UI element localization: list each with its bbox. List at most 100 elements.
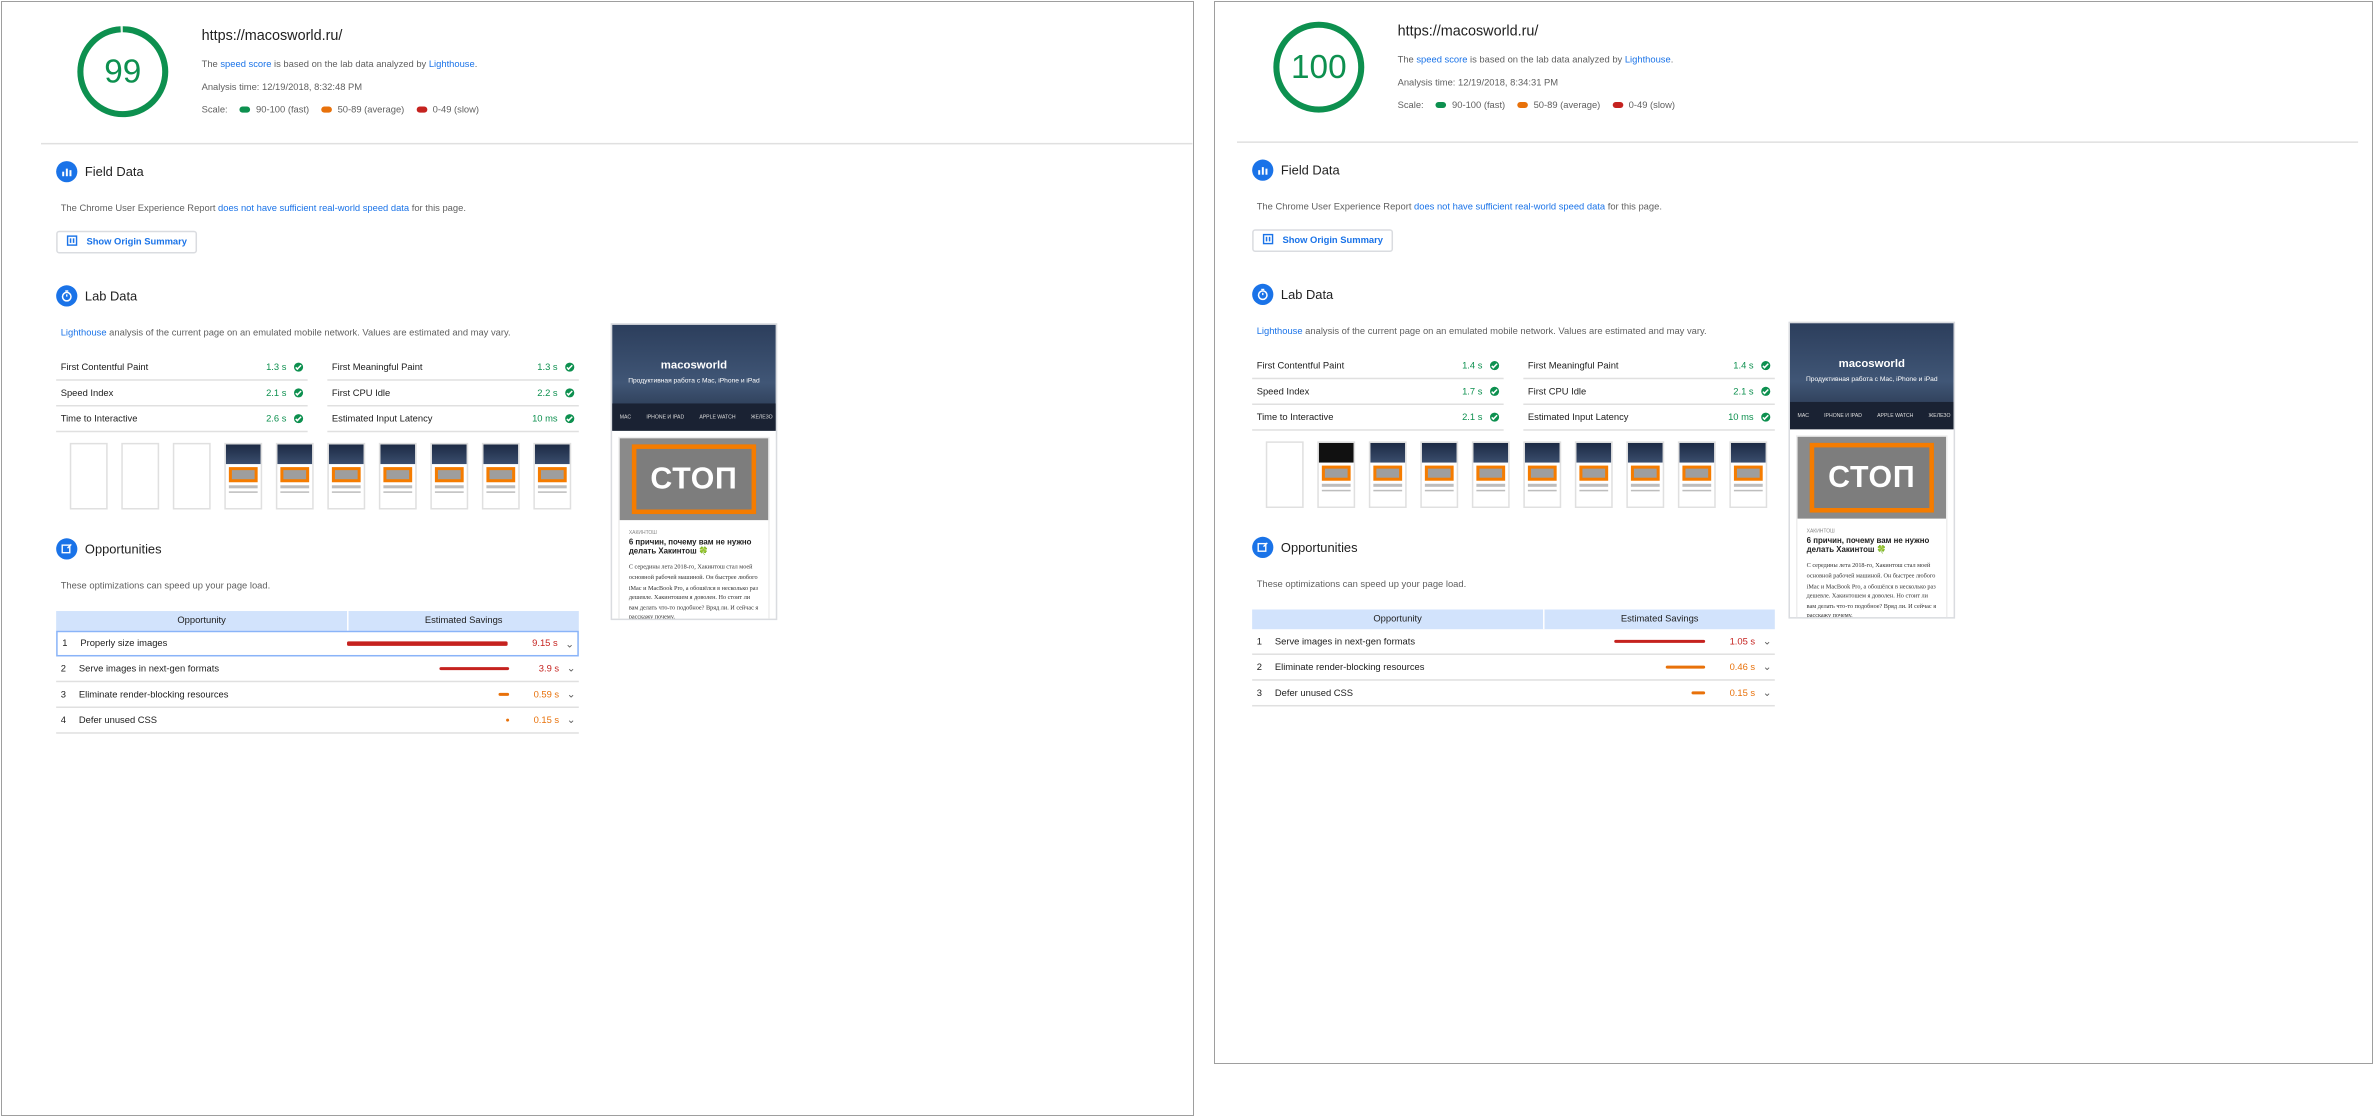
- opportunities-table: Opportunity Estimated Savings 1 Properly …: [56, 611, 579, 734]
- report-body: Field Data The Chrome User Experience Re…: [1237, 158, 2358, 707]
- speed-score-link[interactable]: speed score: [220, 60, 271, 71]
- chevron-down-icon[interactable]: ⌄: [564, 714, 579, 727]
- report-panel-right: 100 https://macosworld.ru/ The speed sco…: [1214, 1, 2373, 1064]
- savings-bar: [440, 666, 510, 671]
- opportunities-table: Opportunity Estimated Savings 1 Serve ima…: [1252, 609, 1775, 707]
- chevron-down-icon[interactable]: ⌄: [1760, 635, 1775, 648]
- filmstrip-frame: [224, 442, 263, 510]
- filmstrip-frame: [1420, 441, 1459, 509]
- site-nav: MAC IPHONE И IPAD APPLE WATCH ЖЕЛЕЗО: [612, 403, 776, 431]
- filmstrip-frame: [327, 442, 366, 510]
- opportunity-row[interactable]: 3 Defer unused CSS 0.15 s ⌄: [1252, 681, 1775, 707]
- analysis-time: Analysis time: 12/19/2018, 8:32:48 PM: [201, 82, 363, 93]
- filmstrip-frame: [481, 442, 520, 510]
- speed-score-link[interactable]: speed score: [1416, 55, 1467, 66]
- header-text: https://macosworld.ru/ The speed score i…: [202, 28, 479, 128]
- header-text: https://macosworld.ru/ The speed score i…: [1398, 23, 1675, 123]
- lighthouse-link[interactable]: Lighthouse: [429, 60, 475, 71]
- article-category: ХАКИНТОШ: [628, 529, 657, 536]
- scale-fast: 90-100 (fast): [239, 105, 309, 116]
- article-image: СТОП: [619, 438, 769, 521]
- filmstrip-frame: [1265, 441, 1304, 509]
- opportunity-row[interactable]: 4 Defer unused CSS 0.15 s ⌄: [56, 708, 579, 734]
- chevron-down-icon[interactable]: ⌄: [564, 688, 579, 701]
- metric-first-cpu-idle: First CPU Idle 2.1 s: [1523, 379, 1775, 405]
- filmstrip-frame: [1317, 441, 1356, 509]
- article-card: СТОП ХАКИНТОШ 6 причин, почему вам не ну…: [1796, 435, 1948, 618]
- show-origin-summary-button[interactable]: Show Origin Summary: [56, 230, 198, 254]
- real-world-data-link[interactable]: does not have sufficient real-world spee…: [218, 203, 409, 214]
- score-note: The speed score is based on the lab data…: [201, 59, 478, 71]
- opportunity-row[interactable]: 2 Eliminate render-blocking resources 0.4…: [1252, 655, 1775, 681]
- bar-chart-icon: [56, 161, 78, 183]
- metric-speed-index: Speed Index 1.7 s: [1252, 379, 1504, 405]
- filmstrip-frame: [1368, 441, 1407, 509]
- filmstrip-frame: [1626, 441, 1665, 509]
- report-content: 100 https://macosworld.ru/ The speed sco…: [1237, 2, 2359, 707]
- show-origin-summary-button[interactable]: Show Origin Summary: [1252, 229, 1394, 252]
- site-logo: macosworld: [660, 358, 728, 372]
- lighthouse-analysis-link[interactable]: Lighthouse: [61, 328, 107, 339]
- article-excerpt: С середины лета 2018-го, Хакинтош стал м…: [628, 563, 759, 621]
- lighthouse-analysis-link[interactable]: Lighthouse: [1257, 326, 1303, 337]
- pass-check-icon: [1761, 412, 1771, 422]
- pass-check-icon: [565, 362, 575, 372]
- column-opportunity: Opportunity: [56, 611, 349, 631]
- site-tagline: Продуктивная работа с Mac, iPhone и iPad: [1806, 374, 1938, 383]
- opportunity-row[interactable]: 2 Serve images in next-gen formats 3.9 s ⌄: [56, 656, 579, 683]
- pass-check-icon: [565, 414, 575, 424]
- savings-bar: [498, 692, 510, 697]
- field-data-desc: The Chrome User Experience Report does n…: [60, 203, 466, 215]
- report-body: Field Data The Chrome User Experience Re…: [41, 160, 1192, 734]
- filmstrip-frame: [1574, 441, 1613, 509]
- column-estimated-savings: Estimated Savings: [424, 615, 503, 627]
- filmstrip-frame: [1677, 441, 1716, 509]
- opportunity-row[interactable]: 3 Eliminate render-blocking resources 0.5…: [56, 682, 579, 708]
- filmstrip-frame: [275, 442, 314, 510]
- field-data-heading: Field Data: [56, 160, 1192, 184]
- metrics-grid: First Contentful Paint 1.3 s First Meanin…: [56, 355, 579, 433]
- real-world-data-link[interactable]: does not have sufficient real-world spee…: [1414, 202, 1605, 213]
- score-gauge: 100: [1272, 20, 1366, 114]
- chevron-down-icon[interactable]: ⌄: [1760, 661, 1775, 674]
- chevron-down-icon[interactable]: ⌄: [1760, 687, 1775, 699]
- article-headline: 6 причин, почему вам не нужно делать Хак…: [1806, 536, 1930, 556]
- column-opportunity: Opportunity: [1252, 609, 1545, 630]
- field-data-heading: Field Data: [1252, 158, 2358, 182]
- article-card: СТОП ХАКИНТОШ 6 причин, почему вам не ну…: [618, 436, 770, 621]
- score-scale: Scale: 90-100 (fast) 50-89 (average) 0-4…: [201, 105, 480, 116]
- chevron-down-icon[interactable]: ⌄: [562, 638, 577, 650]
- report-header: 100 https://macosworld.ru/ The speed sco…: [1237, 2, 2359, 143]
- pass-check-icon: [1490, 386, 1500, 396]
- lighthouse-link[interactable]: Lighthouse: [1625, 55, 1671, 66]
- opportunity-row[interactable]: 1 Properly size images 9.15 s ⌄: [56, 630, 579, 657]
- pass-check-icon: [294, 414, 304, 424]
- page-screenshot: macosworld Продуктивная работа с Mac, iP…: [610, 323, 778, 621]
- metric-first-meaningful-paint: First Meaningful Paint 1.4 s: [1523, 353, 1775, 380]
- metric-speed-index: Speed Index 2.1 s: [56, 381, 308, 407]
- table-header: Opportunity Estimated Savings: [56, 611, 579, 631]
- savings-bar: [1614, 639, 1706, 644]
- metric-time-to-interactive: Time to Interactive 2.6 s: [56, 407, 308, 433]
- filmstrip-frame: [1471, 441, 1510, 509]
- chevron-down-icon[interactable]: ⌄: [564, 663, 579, 675]
- filmstrip-frame: [121, 442, 160, 510]
- savings-bar: [1691, 690, 1706, 695]
- report-header: 99 https://macosworld.ru/ The speed scor…: [41, 2, 1193, 145]
- opportunity-icon: [56, 538, 78, 560]
- score-note: The speed score is based on the lab data…: [1397, 55, 1674, 66]
- report-panel-left: 99 https://macosworld.ru/ The speed scor…: [1, 1, 1194, 1116]
- article-excerpt: С середины лета 2018-го, Хакинтош стал м…: [1806, 561, 1937, 619]
- metrics-grid: First Contentful Paint 1.4 s First Meanin…: [1252, 353, 1775, 431]
- metric-estimated-input-latency: Estimated Input Latency 10 ms: [1523, 405, 1775, 431]
- pass-check-icon: [1761, 361, 1771, 371]
- scale-average: 50-89 (average): [320, 105, 404, 116]
- summary-icon: [66, 235, 78, 249]
- opportunity-row[interactable]: 1 Serve images in next-gen formats 1.05 s…: [1252, 629, 1775, 655]
- lab-data-heading: Lab Data: [56, 284, 1192, 308]
- stopwatch-icon: [1252, 283, 1274, 305]
- filmstrip-frame: [430, 442, 469, 510]
- savings-bar: [1665, 665, 1706, 669]
- score-value: 100: [1290, 47, 1347, 86]
- scale-average: 50-89 (average): [1516, 100, 1600, 111]
